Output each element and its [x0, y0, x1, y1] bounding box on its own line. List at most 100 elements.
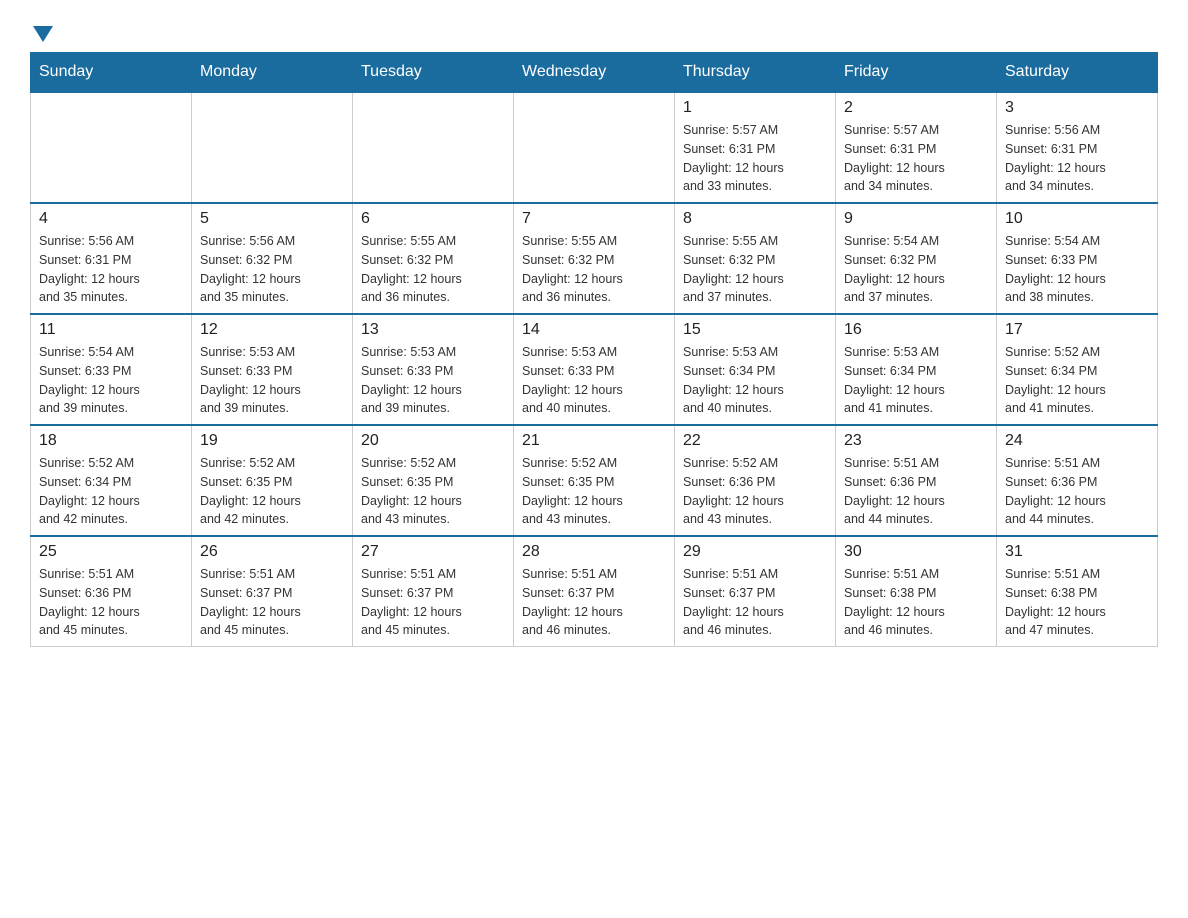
day-info: Sunrise: 5:53 AM Sunset: 6:34 PM Dayligh…	[683, 343, 827, 418]
logo	[30, 20, 53, 42]
day-info: Sunrise: 5:53 AM Sunset: 6:33 PM Dayligh…	[522, 343, 666, 418]
day-info: Sunrise: 5:55 AM Sunset: 6:32 PM Dayligh…	[522, 232, 666, 307]
day-info: Sunrise: 5:51 AM Sunset: 6:38 PM Dayligh…	[1005, 565, 1149, 640]
day-number: 26	[200, 543, 344, 561]
calendar-cell: 29 Sunrise: 5:51 AM Sunset: 6:37 PM Dayli…	[675, 536, 836, 647]
day-info: Sunrise: 5:52 AM Sunset: 6:35 PM Dayligh…	[200, 454, 344, 529]
weekday-header-saturday: Saturday	[997, 53, 1158, 93]
calendar-cell: 15 Sunrise: 5:53 AM Sunset: 6:34 PM Dayli…	[675, 314, 836, 425]
calendar-cell: 12 Sunrise: 5:53 AM Sunset: 6:33 PM Dayli…	[192, 314, 353, 425]
calendar-cell	[514, 92, 675, 203]
day-info: Sunrise: 5:56 AM Sunset: 6:32 PM Dayligh…	[200, 232, 344, 307]
weekday-header-wednesday: Wednesday	[514, 53, 675, 93]
day-info: Sunrise: 5:52 AM Sunset: 6:34 PM Dayligh…	[39, 454, 183, 529]
day-number: 22	[683, 432, 827, 450]
day-number: 16	[844, 321, 988, 339]
day-number: 3	[1005, 99, 1149, 117]
calendar-week-4: 18 Sunrise: 5:52 AM Sunset: 6:34 PM Dayli…	[31, 425, 1158, 536]
calendar-cell: 3Sunrise: 5:56 AM Sunset: 6:31 PM Daylig…	[997, 92, 1158, 203]
calendar-header-row: SundayMondayTuesdayWednesdayThursdayFrid…	[31, 53, 1158, 93]
page-header	[30, 20, 1158, 42]
calendar-cell: 9 Sunrise: 5:54 AM Sunset: 6:32 PM Daylig…	[836, 203, 997, 314]
weekday-header-friday: Friday	[836, 53, 997, 93]
day-info: Sunrise: 5:51 AM Sunset: 6:37 PM Dayligh…	[522, 565, 666, 640]
calendar-cell: 14Sunrise: 5:53 AM Sunset: 6:33 PM Dayli…	[514, 314, 675, 425]
day-number: 9	[844, 210, 988, 228]
calendar-cell: 25Sunrise: 5:51 AM Sunset: 6:36 PM Dayli…	[31, 536, 192, 647]
day-info: Sunrise: 5:54 AM Sunset: 6:32 PM Dayligh…	[844, 232, 988, 307]
logo-arrow-icon	[33, 26, 53, 42]
day-info: Sunrise: 5:52 AM Sunset: 6:34 PM Dayligh…	[1005, 343, 1149, 418]
day-info: Sunrise: 5:53 AM Sunset: 6:34 PM Dayligh…	[844, 343, 988, 418]
calendar-cell: 20 Sunrise: 5:52 AM Sunset: 6:35 PM Dayli…	[353, 425, 514, 536]
calendar-cell: 24 Sunrise: 5:51 AM Sunset: 6:36 PM Dayli…	[997, 425, 1158, 536]
day-number: 1	[683, 99, 827, 117]
day-info: Sunrise: 5:57 AM Sunset: 6:31 PM Dayligh…	[844, 121, 988, 196]
day-number: 30	[844, 543, 988, 561]
day-info: Sunrise: 5:53 AM Sunset: 6:33 PM Dayligh…	[200, 343, 344, 418]
calendar-cell: 13 Sunrise: 5:53 AM Sunset: 6:33 PM Dayli…	[353, 314, 514, 425]
day-number: 13	[361, 321, 505, 339]
day-number: 4	[39, 210, 183, 228]
calendar-cell: 11 Sunrise: 5:54 AM Sunset: 6:33 PM Dayli…	[31, 314, 192, 425]
day-number: 15	[683, 321, 827, 339]
day-info: Sunrise: 5:52 AM Sunset: 6:36 PM Dayligh…	[683, 454, 827, 529]
day-info: Sunrise: 5:55 AM Sunset: 6:32 PM Dayligh…	[683, 232, 827, 307]
calendar-cell: 17 Sunrise: 5:52 AM Sunset: 6:34 PM Dayli…	[997, 314, 1158, 425]
day-number: 29	[683, 543, 827, 561]
day-info: Sunrise: 5:52 AM Sunset: 6:35 PM Dayligh…	[361, 454, 505, 529]
calendar-cell	[353, 92, 514, 203]
calendar-table: SundayMondayTuesdayWednesdayThursdayFrid…	[30, 52, 1158, 647]
day-info: Sunrise: 5:51 AM Sunset: 6:37 PM Dayligh…	[200, 565, 344, 640]
day-info: Sunrise: 5:51 AM Sunset: 6:37 PM Dayligh…	[683, 565, 827, 640]
calendar-week-3: 11 Sunrise: 5:54 AM Sunset: 6:33 PM Dayli…	[31, 314, 1158, 425]
calendar-week-5: 25Sunrise: 5:51 AM Sunset: 6:36 PM Dayli…	[31, 536, 1158, 647]
day-info: Sunrise: 5:53 AM Sunset: 6:33 PM Dayligh…	[361, 343, 505, 418]
calendar-cell: 18 Sunrise: 5:52 AM Sunset: 6:34 PM Dayli…	[31, 425, 192, 536]
calendar-cell: 5 Sunrise: 5:56 AM Sunset: 6:32 PM Daylig…	[192, 203, 353, 314]
day-number: 18	[39, 432, 183, 450]
day-number: 11	[39, 321, 183, 339]
day-number: 17	[1005, 321, 1149, 339]
day-info: Sunrise: 5:52 AM Sunset: 6:35 PM Dayligh…	[522, 454, 666, 529]
day-info: Sunrise: 5:51 AM Sunset: 6:36 PM Dayligh…	[39, 565, 183, 640]
calendar-cell	[31, 92, 192, 203]
calendar-cell: 21Sunrise: 5:52 AM Sunset: 6:35 PM Dayli…	[514, 425, 675, 536]
calendar-cell: 1 Sunrise: 5:57 AM Sunset: 6:31 PM Daylig…	[675, 92, 836, 203]
day-number: 12	[200, 321, 344, 339]
calendar-cell: 7Sunrise: 5:55 AM Sunset: 6:32 PM Daylig…	[514, 203, 675, 314]
calendar-cell: 8Sunrise: 5:55 AM Sunset: 6:32 PM Daylig…	[675, 203, 836, 314]
day-info: Sunrise: 5:51 AM Sunset: 6:37 PM Dayligh…	[361, 565, 505, 640]
day-info: Sunrise: 5:55 AM Sunset: 6:32 PM Dayligh…	[361, 232, 505, 307]
day-number: 6	[361, 210, 505, 228]
day-info: Sunrise: 5:51 AM Sunset: 6:38 PM Dayligh…	[844, 565, 988, 640]
calendar-cell: 6 Sunrise: 5:55 AM Sunset: 6:32 PM Daylig…	[353, 203, 514, 314]
calendar-cell: 27 Sunrise: 5:51 AM Sunset: 6:37 PM Dayli…	[353, 536, 514, 647]
calendar-cell: 19 Sunrise: 5:52 AM Sunset: 6:35 PM Dayli…	[192, 425, 353, 536]
calendar-cell: 23 Sunrise: 5:51 AM Sunset: 6:36 PM Dayli…	[836, 425, 997, 536]
day-number: 24	[1005, 432, 1149, 450]
day-info: Sunrise: 5:51 AM Sunset: 6:36 PM Dayligh…	[844, 454, 988, 529]
calendar-week-2: 4 Sunrise: 5:56 AM Sunset: 6:31 PM Daylig…	[31, 203, 1158, 314]
weekday-header-thursday: Thursday	[675, 53, 836, 93]
day-number: 19	[200, 432, 344, 450]
day-number: 5	[200, 210, 344, 228]
day-info: Sunrise: 5:54 AM Sunset: 6:33 PM Dayligh…	[1005, 232, 1149, 307]
day-number: 10	[1005, 210, 1149, 228]
day-info: Sunrise: 5:54 AM Sunset: 6:33 PM Dayligh…	[39, 343, 183, 418]
weekday-header-sunday: Sunday	[31, 53, 192, 93]
weekday-header-monday: Monday	[192, 53, 353, 93]
day-info: Sunrise: 5:56 AM Sunset: 6:31 PM Dayligh…	[39, 232, 183, 307]
calendar-cell: 26 Sunrise: 5:51 AM Sunset: 6:37 PM Dayli…	[192, 536, 353, 647]
day-info: Sunrise: 5:57 AM Sunset: 6:31 PM Dayligh…	[683, 121, 827, 196]
day-number: 28	[522, 543, 666, 561]
calendar-cell: 16 Sunrise: 5:53 AM Sunset: 6:34 PM Dayli…	[836, 314, 997, 425]
day-number: 20	[361, 432, 505, 450]
day-number: 27	[361, 543, 505, 561]
weekday-header-tuesday: Tuesday	[353, 53, 514, 93]
day-number: 23	[844, 432, 988, 450]
calendar-cell: 2Sunrise: 5:57 AM Sunset: 6:31 PM Daylig…	[836, 92, 997, 203]
calendar-week-1: 1 Sunrise: 5:57 AM Sunset: 6:31 PM Daylig…	[31, 92, 1158, 203]
calendar-cell: 30 Sunrise: 5:51 AM Sunset: 6:38 PM Dayli…	[836, 536, 997, 647]
day-info: Sunrise: 5:51 AM Sunset: 6:36 PM Dayligh…	[1005, 454, 1149, 529]
